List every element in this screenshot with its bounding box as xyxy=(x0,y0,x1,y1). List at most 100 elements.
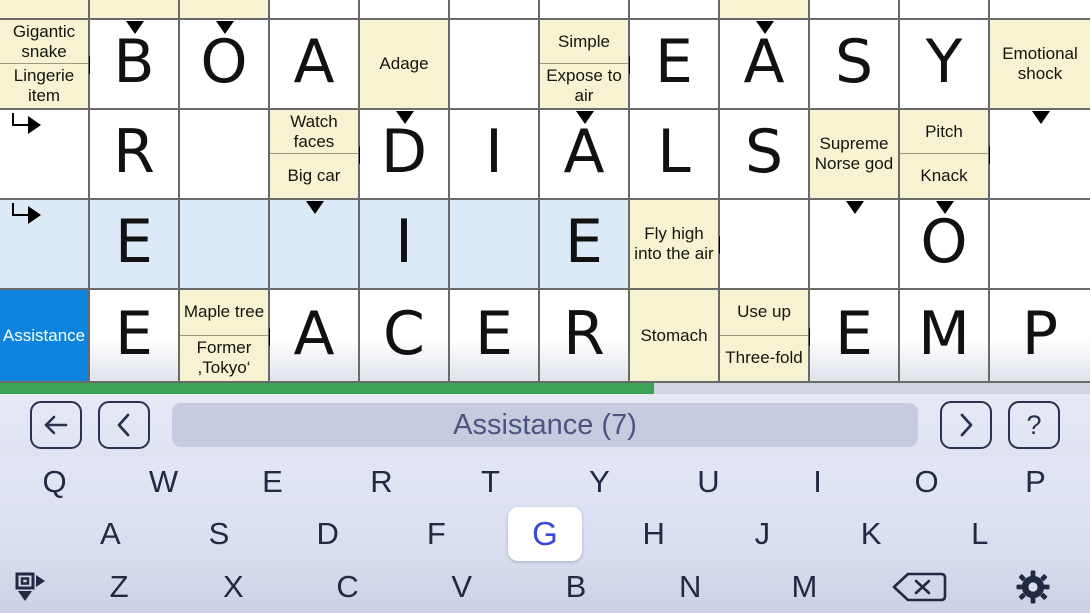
grid-cell-clue[interactable]: Use up Three-fold xyxy=(720,290,810,383)
key-j[interactable]: J xyxy=(708,508,817,560)
previous-clue-button[interactable] xyxy=(98,401,150,449)
solution-letter: E xyxy=(475,298,513,369)
next-clue-button[interactable] xyxy=(940,401,992,449)
grid-cell-blank[interactable] xyxy=(810,0,900,20)
keyboard-row-3: ZXCVBNM xyxy=(0,560,1090,613)
grid-cell-letter[interactable]: A xyxy=(270,290,360,383)
grid-cell-blank[interactable] xyxy=(450,20,540,110)
key-b[interactable]: B xyxy=(519,560,633,613)
grid-cell-clue[interactable]: blade xyxy=(180,0,270,20)
grid-cell-blank[interactable] xyxy=(180,200,270,290)
grid-cell-blank[interactable] xyxy=(990,200,1090,290)
grid-cell-blank[interactable] xyxy=(450,0,540,20)
grid-cell-letter[interactable]: R xyxy=(90,110,180,200)
grid-cell-clue[interactable]: Adage xyxy=(360,20,450,110)
grid-cell-blank[interactable] xyxy=(360,0,450,20)
grid-cell-clue[interactable]: Watch faces Big car xyxy=(270,110,360,200)
grid-cell-letter[interactable]: E xyxy=(450,290,540,383)
clue-text: of a river xyxy=(0,0,88,18)
grid-cell-clue[interactable]: Maple tree Former ,Tokyo‘ xyxy=(180,290,270,383)
clue-toolbar: Assistance (7) ? xyxy=(0,394,1090,456)
grid-cell-letter[interactable]: I xyxy=(450,110,540,200)
grid-cell-blank[interactable] xyxy=(990,0,1090,20)
key-x[interactable]: X xyxy=(176,560,290,613)
grid-cell-letter[interactable]: E xyxy=(90,200,180,290)
solution-letter: E xyxy=(115,298,153,369)
key-m[interactable]: M xyxy=(747,560,861,613)
key-c[interactable]: C xyxy=(290,560,404,613)
backspace-icon[interactable] xyxy=(862,560,976,613)
on-screen-keyboard[interactable]: QWERTYUIOP ASDFGHJKL ZXCVBNM xyxy=(0,456,1090,613)
key-h[interactable]: H xyxy=(599,508,708,560)
key-q[interactable]: Q xyxy=(0,456,109,508)
grid-cell-letter[interactable]: A xyxy=(270,20,360,110)
grid-cell-selected-clue[interactable]: Assistance xyxy=(0,290,90,383)
grid-cell-blank[interactable] xyxy=(450,200,540,290)
key-w[interactable]: W xyxy=(109,456,218,508)
grid-cell-letter[interactable]: E xyxy=(90,290,180,383)
key-n[interactable]: N xyxy=(633,560,747,613)
key-p[interactable]: P xyxy=(981,456,1090,508)
grid-cell-letter[interactable]: P xyxy=(990,290,1090,383)
layout-switch-icon[interactable] xyxy=(0,570,62,604)
grid-cell-clue[interactable]: Simple Expose to air xyxy=(540,20,630,110)
grid-cell-blank[interactable] xyxy=(270,0,360,20)
key-r[interactable]: R xyxy=(327,456,436,508)
key-y[interactable]: Y xyxy=(545,456,654,508)
key-f[interactable]: F xyxy=(382,508,491,560)
key-a[interactable]: A xyxy=(56,508,165,560)
grid-cell-clue[interactable]: Gigantic snake Lingerie item xyxy=(0,20,90,110)
grid-cell-blank[interactable] xyxy=(630,0,720,20)
grid-cell-letter[interactable]: I xyxy=(360,200,450,290)
grid-cell-letter[interactable]: E xyxy=(540,200,630,290)
help-label: ? xyxy=(1026,409,1042,440)
grid-cell-letter[interactable]: S xyxy=(810,20,900,110)
key-o[interactable]: O xyxy=(872,456,981,508)
grid-cell-clue[interactable]: Stomach xyxy=(630,290,720,383)
grid-cell-letter[interactable]: E xyxy=(810,290,900,383)
keyboard-row-1: QWERTYUIOP xyxy=(0,456,1090,508)
grid-cell-blank[interactable] xyxy=(720,200,810,290)
back-button[interactable] xyxy=(30,401,82,449)
grid-cell-blank[interactable] xyxy=(900,0,990,20)
clue-text: Lingerie item xyxy=(13,66,75,105)
solution-letter: S xyxy=(834,27,874,97)
key-pressed-cap: G xyxy=(508,507,583,561)
grid-cell-letter[interactable]: L xyxy=(630,110,720,200)
key-v[interactable]: V xyxy=(405,560,519,613)
grid-cell-letter[interactable]: R xyxy=(540,290,630,383)
grid-cell-clue[interactable]: of a river xyxy=(0,0,90,20)
key-t[interactable]: T xyxy=(436,456,545,508)
grid-cell-clue[interactable]: Supreme Norse god xyxy=(810,110,900,200)
help-button[interactable]: ? xyxy=(1008,401,1060,449)
key-z[interactable]: Z xyxy=(62,560,176,613)
key-i[interactable]: I xyxy=(763,456,872,508)
grid-cell-letter[interactable]: E xyxy=(630,20,720,110)
grid-cell-letter[interactable]: S xyxy=(720,110,810,200)
clue-text: Big car xyxy=(287,166,341,185)
clue-text: Knack xyxy=(920,166,968,185)
key-l[interactable]: L xyxy=(925,508,1034,560)
grid-cell-blank[interactable] xyxy=(540,0,630,20)
key-s[interactable]: S xyxy=(165,508,274,560)
grid-cell-letter[interactable]: C xyxy=(360,290,450,383)
key-k[interactable]: K xyxy=(817,508,926,560)
grid-cell-clue[interactable]: Fly high into the air xyxy=(630,200,720,290)
clue-text: Assistance xyxy=(2,325,86,345)
clue-text: Pitch xyxy=(900,110,988,154)
grid-cell-clue[interactable]: pedigree xyxy=(90,0,180,20)
grid-cell-blank[interactable] xyxy=(180,110,270,200)
grid-cell-clue[interactable]: Pitch Knack xyxy=(900,110,990,200)
key-g[interactable]: G xyxy=(491,507,600,561)
clue-text: Maple tree xyxy=(180,290,268,336)
key-u[interactable]: U xyxy=(654,456,763,508)
grid-cell-clue[interactable]: Emotional shock xyxy=(990,20,1090,110)
gear-icon[interactable] xyxy=(976,560,1090,613)
current-clue-field[interactable]: Assistance (7) xyxy=(172,403,918,447)
key-e[interactable]: E xyxy=(218,456,327,508)
key-d[interactable]: D xyxy=(273,508,382,560)
grid-cell-clue[interactable]: Donkey xyxy=(720,0,810,20)
crossword-grid[interactable]: of a riverpedigreeblade Donkey Gigantic sn… xyxy=(0,0,1090,383)
grid-cell-letter[interactable]: Y xyxy=(900,20,990,110)
grid-cell-letter[interactable]: M xyxy=(900,290,990,383)
